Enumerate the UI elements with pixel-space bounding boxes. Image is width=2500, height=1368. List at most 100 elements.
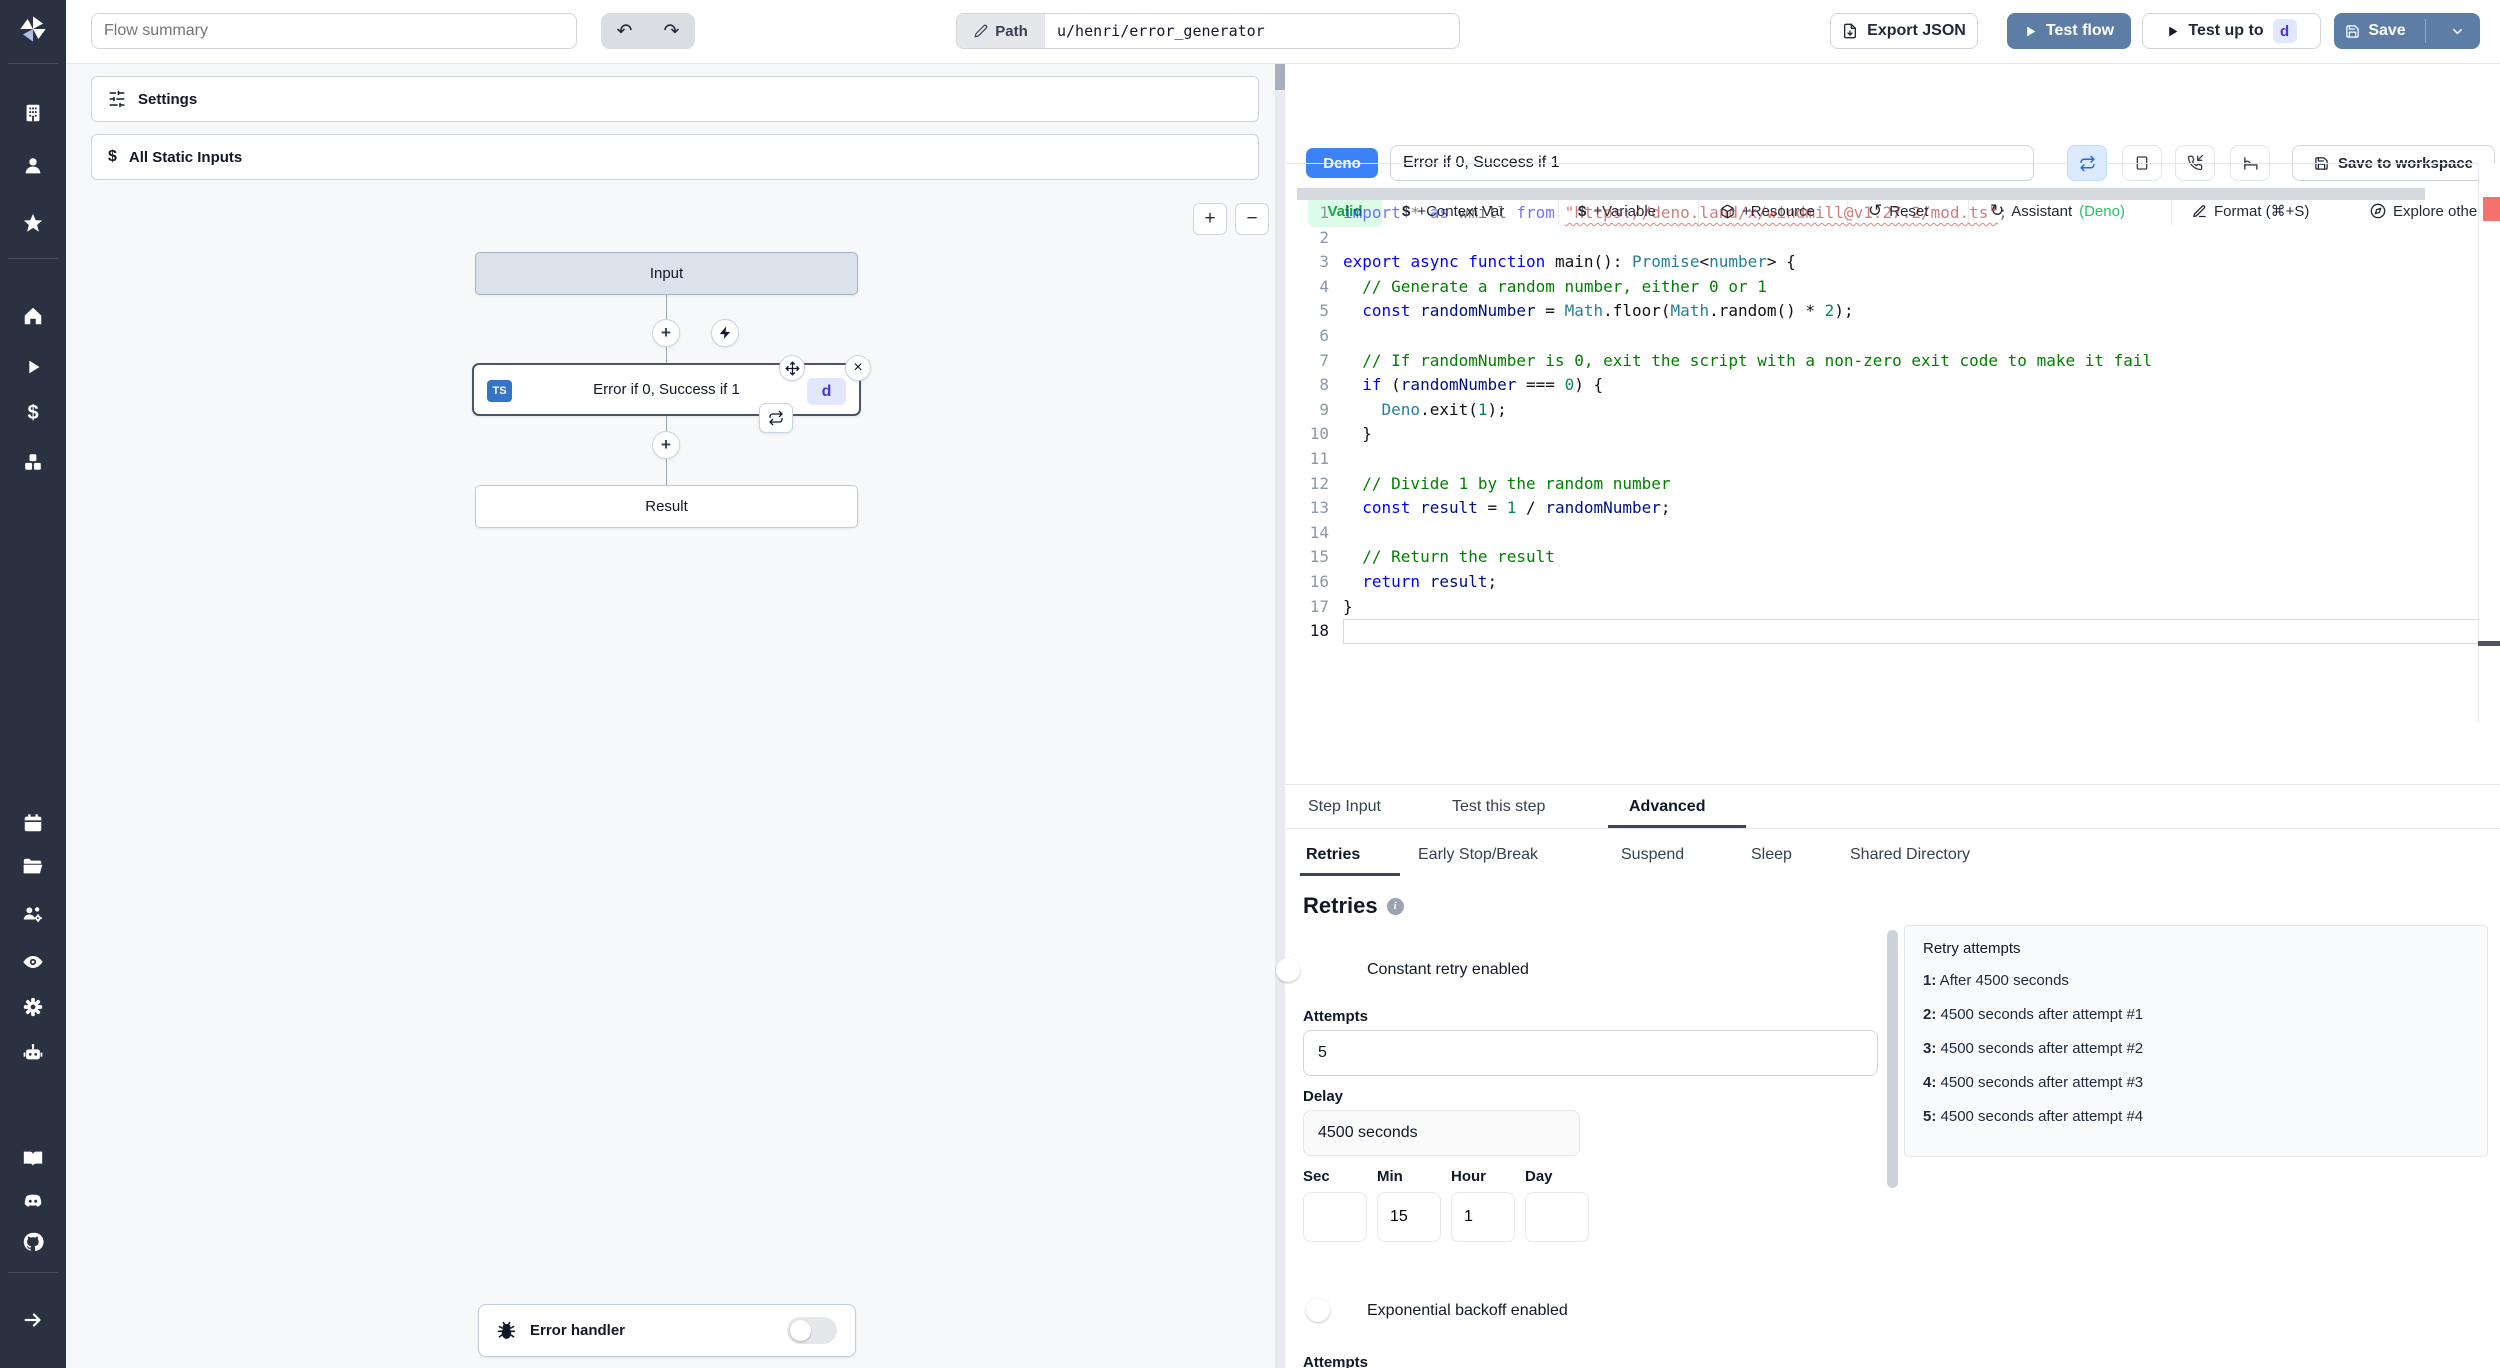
code-line[interactable]: 12 // Divide 1 by the random number	[1285, 472, 2500, 497]
next-attempts-label: Attempts	[1303, 1354, 1369, 1368]
code-line[interactable]: 9 Deno.exit(1);	[1285, 398, 2500, 423]
path-value[interactable]: u/henri/error_generator	[1045, 14, 1459, 48]
attempts-input[interactable]	[1303, 1030, 1878, 1076]
code-lines: 1 import * as wmill from "https://deno.la…	[1285, 201, 2500, 644]
retry-time-fields: Sec Min Hour Day	[1303, 1168, 1589, 1242]
save-icon	[2345, 24, 2360, 39]
tabs-top-border	[1285, 784, 2500, 785]
error-handler-bar[interactable]: Error handler	[478, 1304, 856, 1357]
time-field-input-hour[interactable]	[1451, 1192, 1515, 1242]
resources-cubes-icon[interactable]	[22, 451, 44, 473]
docs-book-icon[interactable]	[22, 1148, 44, 1170]
delay-input[interactable]	[1303, 1110, 1580, 1156]
flow-settings-bar[interactable]: Settings	[91, 76, 1259, 122]
favorites-star-icon[interactable]	[22, 212, 44, 234]
flow-summary-input[interactable]	[91, 13, 577, 49]
typescript-badge: TS	[487, 380, 512, 402]
attempts-label: Attempts	[1303, 1008, 1369, 1025]
code-line[interactable]: 15 // Return the result	[1285, 545, 2500, 570]
retries-heading-row: Retries i	[1303, 893, 1404, 919]
delete-step-button[interactable]: ×	[845, 355, 871, 381]
minimap[interactable]	[2478, 163, 2500, 723]
workers-robot-icon[interactable]	[22, 1042, 44, 1064]
code-line[interactable]: 5 const randomNumber = Math.floor(Math.r…	[1285, 299, 2500, 324]
time-field-input-sec[interactable]	[1303, 1192, 1367, 1242]
add-step-button[interactable]: +	[652, 319, 680, 347]
code-line[interactable]: 4 // Generate a random number, either 0 …	[1285, 275, 2500, 300]
redo-icon[interactable]: ↷	[648, 13, 695, 49]
button-divider	[2425, 19, 2426, 43]
time-field-label: Hour	[1451, 1168, 1486, 1185]
error-handler-toggle[interactable]	[787, 1317, 837, 1344]
audit-eye-icon[interactable]	[22, 951, 44, 973]
undo-icon[interactable]: ↶	[601, 13, 648, 49]
move-step-button[interactable]	[779, 355, 805, 381]
code-line[interactable]: 18	[1285, 619, 2500, 644]
tab-step-input[interactable]: Step Input	[1308, 798, 1381, 816]
schedules-calendar-icon[interactable]	[22, 812, 44, 834]
step-retry-indicator-button[interactable]	[759, 403, 793, 433]
step-id-badge: d	[2272, 19, 2297, 43]
subtab-early-stop[interactable]: Early Stop/Break	[1418, 846, 1538, 864]
test-up-to-button[interactable]: Test up to d	[2142, 13, 2321, 49]
code-line[interactable]: 6	[1285, 324, 2500, 349]
zoom-out-button[interactable]: −	[1235, 203, 1269, 235]
code-line[interactable]: 14	[1285, 521, 2500, 546]
path-label: Path	[995, 22, 1028, 40]
result-node[interactable]: Result	[475, 485, 858, 528]
panel-resize-divider[interactable]	[1275, 64, 1285, 1368]
path-edit-button[interactable]: Path	[957, 14, 1045, 48]
step-node-label: Error if 0, Success if 1	[593, 381, 740, 398]
test-flow-button[interactable]: Test flow	[2007, 13, 2131, 49]
subtab-retries[interactable]: Retries	[1306, 846, 1360, 864]
retry-attempts-list: 1: After 4500 seconds 2: 4500 seconds aft…	[1923, 964, 2469, 1134]
workspace-icon[interactable]	[22, 102, 44, 124]
sliders-icon	[108, 90, 126, 108]
constant-retry-label: Constant retry enabled	[1367, 961, 1529, 978]
add-step-button[interactable]: +	[652, 431, 680, 459]
flow-panel: Settings $ All Static Inputs + − Input +…	[66, 64, 1275, 1368]
windmill-logo-icon[interactable]	[16, 12, 50, 46]
code-line[interactable]: 8 if (randomNumber === 0) {	[1285, 373, 2500, 398]
retries-scrollbar[interactable]	[1887, 930, 1898, 1188]
code-line[interactable]: 1 import * as wmill from "https://deno.la…	[1285, 201, 2500, 226]
code-line[interactable]: 10 }	[1285, 422, 2500, 447]
home-icon[interactable]	[22, 305, 44, 327]
runs-play-icon[interactable]	[22, 356, 44, 378]
export-json-button[interactable]: Export JSON	[1830, 13, 1978, 49]
variables-dollar-icon[interactable]: $	[22, 402, 44, 424]
all-static-inputs-bar[interactable]: $ All Static Inputs	[91, 134, 1259, 180]
play-icon	[2024, 25, 2037, 38]
info-icon[interactable]: i	[1386, 897, 1404, 915]
path-pill: Path u/henri/error_generator	[956, 13, 1460, 49]
tab-advanced[interactable]: Advanced	[1629, 798, 1705, 816]
discord-icon[interactable]	[22, 1190, 44, 1212]
subtab-suspend[interactable]: Suspend	[1621, 846, 1684, 864]
folders-icon[interactable]	[22, 856, 44, 878]
collapse-arrow-icon[interactable]	[22, 1309, 44, 1331]
trigger-zap-button[interactable]	[711, 319, 739, 347]
github-icon[interactable]	[22, 1231, 44, 1253]
settings-gear-icon[interactable]	[22, 996, 44, 1018]
user-icon[interactable]	[22, 155, 44, 177]
subtab-sleep[interactable]: Sleep	[1751, 846, 1792, 864]
zoom-in-button[interactable]: +	[1193, 203, 1227, 235]
code-line[interactable]: 2	[1285, 226, 2500, 251]
code-line[interactable]: 17}	[1285, 595, 2500, 620]
code-line[interactable]: 11	[1285, 447, 2500, 472]
code-line[interactable]: 13 const result = 1 / randomNumber;	[1285, 496, 2500, 521]
save-button[interactable]: Save	[2335, 22, 2416, 40]
step-node-id-badge: d	[807, 378, 846, 405]
code-line[interactable]: 3 export async function main(): Promise<n…	[1285, 250, 2500, 275]
subtab-shared-directory[interactable]: Shared Directory	[1850, 846, 1970, 864]
code-line[interactable]: 7 // If randomNumber is 0, exit the scri…	[1285, 349, 2500, 374]
time-field-input-day[interactable]	[1525, 1192, 1589, 1242]
save-dropdown-chevron[interactable]	[2435, 24, 2479, 39]
time-field-input-min[interactable]	[1377, 1192, 1441, 1242]
input-node[interactable]: Input	[475, 252, 858, 295]
sidebar-divider	[8, 63, 58, 64]
code-line[interactable]: 16 return result;	[1285, 570, 2500, 595]
tab-test-this-step[interactable]: Test this step	[1452, 798, 1545, 816]
editor-scrollbar[interactable]	[1297, 188, 2425, 200]
groups-users-gear-icon[interactable]	[22, 903, 44, 925]
